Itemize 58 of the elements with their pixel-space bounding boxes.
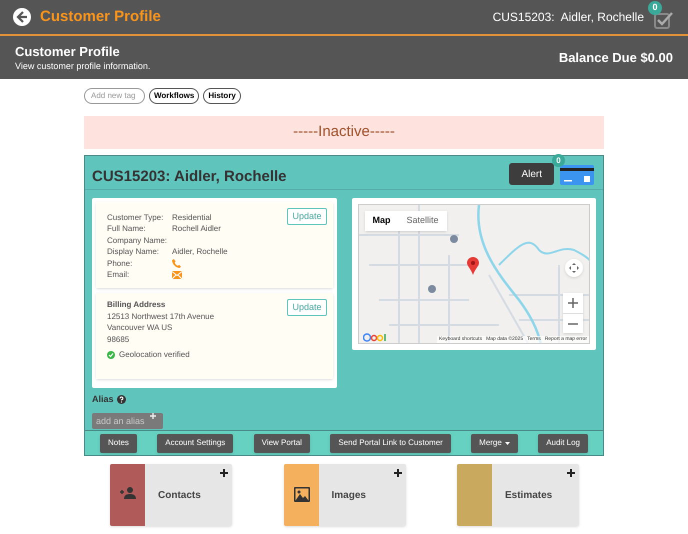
action-button[interactable]: Account Settings [157,434,234,452]
crosshair-icon [569,263,579,273]
address-line: Vancouver WA US [107,322,172,334]
customer-title: CUS15203: Aidler, Rochelle [92,168,287,186]
field-value: Residential [172,212,212,224]
count-badge: 0 [552,154,565,167]
action-button[interactable]: Merge [471,434,518,452]
map-pin-icon [466,257,478,275]
balance-due: Balance Due $0.00 [558,48,673,67]
help-icon[interactable] [116,394,126,404]
action-button[interactable]: Send Portal Link to Customer [330,434,451,452]
credit-card-icon[interactable] [560,165,594,185]
google-logo [362,333,388,342]
tag-field[interactable]: Add new tag [84,88,145,104]
alias-field[interactable]: add an alias [92,413,163,429]
image-icon [294,487,310,502]
tile-card[interactable]: Contacts [110,464,232,526]
action-button[interactable]: Audit Log [538,434,588,452]
field-value: Aidler, Rochelle [172,246,228,258]
tile-label: Images [332,488,366,502]
field-label: Full Name: [107,223,147,236]
field-label: Email: [107,269,130,282]
map-type-tab[interactable]: Map [364,211,398,231]
tile-label: Contacts [158,488,201,502]
history-button[interactable]: History [203,88,241,104]
caret-icon [504,442,510,444]
plus-icon [568,298,578,308]
field-label: Customer Type: [107,212,164,224]
plus-icon[interactable] [220,469,228,477]
action-button[interactable]: Notes [100,434,137,452]
field-label: Display Name: [107,246,160,258]
add-person-icon [120,487,136,499]
tile-card[interactable]: Images [284,464,406,526]
customer-name: CUS15203: Aidler, Rochelle [492,9,644,26]
check-circle-icon [107,351,115,359]
field-value: Rochell Aidler [172,223,221,236]
alias-label: Alias [92,392,114,406]
count-badge: 0 [648,1,662,15]
app-title: Customer Profile [40,6,161,27]
back-icon[interactable] [12,7,32,27]
action-button[interactable]: View Portal [254,434,310,452]
field-label: Company Name: [107,234,168,247]
page-subtitle: View customer profile information. [15,60,150,72]
address-line: 12513 Northwest 17th Avenue [107,310,214,322]
page-title: Customer Profile [15,44,121,60]
alert-button[interactable]: Alert [509,163,554,185]
tile-label: Estimates [505,488,552,502]
workflows-button[interactable]: Workflows [149,88,200,104]
billing-heading: Billing Address [107,299,166,310]
address-line: 98685 [107,334,130,345]
plus-icon[interactable] [567,469,575,477]
field-label: Phone: [107,258,134,270]
tile-card[interactable]: Estimates [457,464,579,526]
checkbox-icon[interactable] [654,11,674,29]
map-type-tab[interactable]: Satellite [398,211,447,231]
status-banner: -----Inactive----- [84,116,604,149]
plus-icon[interactable] [394,469,402,477]
geolocation-status: Geolocation verified [119,349,190,361]
